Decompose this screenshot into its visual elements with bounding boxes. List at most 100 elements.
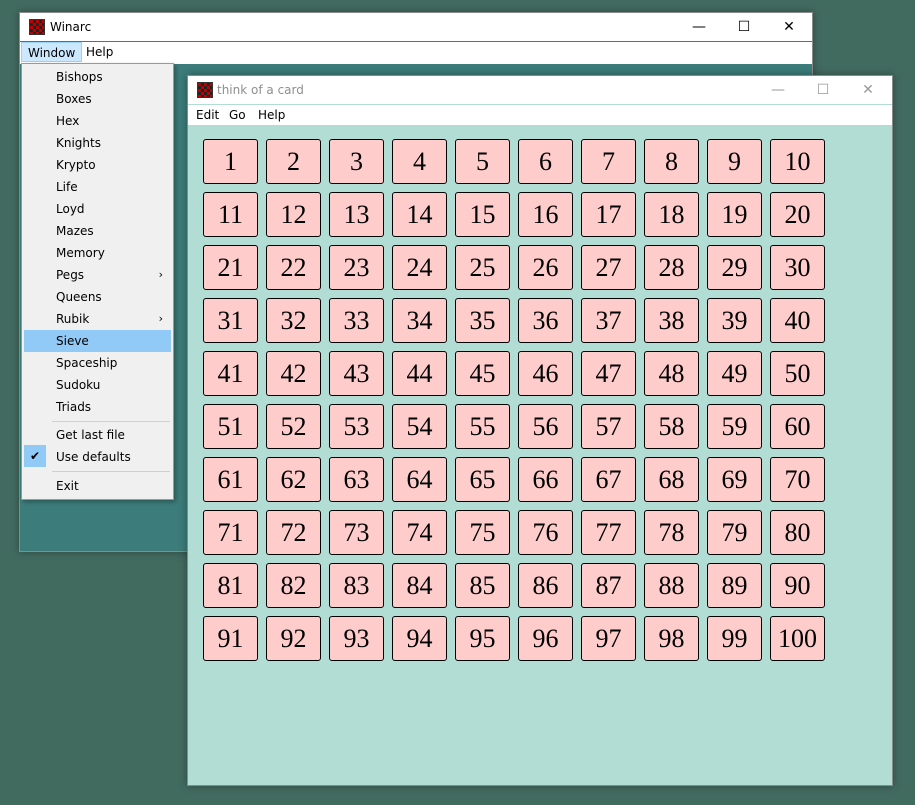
number-card[interactable]: 15 — [455, 192, 510, 237]
number-card[interactable]: 35 — [455, 298, 510, 343]
number-card[interactable]: 94 — [392, 616, 447, 661]
number-card[interactable]: 59 — [707, 404, 762, 449]
number-card[interactable]: 21 — [203, 245, 258, 290]
card-minimize-button[interactable]: — — [755, 76, 801, 104]
number-card[interactable]: 56 — [518, 404, 573, 449]
number-card[interactable]: 84 — [392, 563, 447, 608]
number-card[interactable]: 89 — [707, 563, 762, 608]
menu-help-card[interactable]: Help — [252, 105, 291, 125]
number-card[interactable]: 68 — [644, 457, 699, 502]
card-window-titlebar[interactable]: think of a card — ☐ ✕ — [188, 76, 892, 104]
menu-window[interactable]: Window — [21, 42, 83, 62]
number-card[interactable]: 70 — [770, 457, 825, 502]
card-maximize-button[interactable]: ☐ — [800, 76, 846, 104]
number-card[interactable]: 7 — [581, 139, 636, 184]
number-card[interactable]: 2 — [266, 139, 321, 184]
number-card[interactable]: 24 — [392, 245, 447, 290]
number-card[interactable]: 86 — [518, 563, 573, 608]
number-card[interactable]: 38 — [644, 298, 699, 343]
number-card[interactable]: 37 — [581, 298, 636, 343]
winarc-minimize-button[interactable]: — — [676, 13, 722, 41]
number-card[interactable]: 43 — [329, 351, 384, 396]
number-card[interactable]: 100 — [770, 616, 825, 661]
number-card[interactable]: 96 — [518, 616, 573, 661]
number-card[interactable]: 12 — [266, 192, 321, 237]
menu-item-boxes[interactable]: Boxes — [24, 88, 171, 110]
number-card[interactable]: 33 — [329, 298, 384, 343]
number-card[interactable]: 14 — [392, 192, 447, 237]
number-card[interactable]: 44 — [392, 351, 447, 396]
number-card[interactable]: 73 — [329, 510, 384, 555]
number-card[interactable]: 42 — [266, 351, 321, 396]
menu-item-exit[interactable]: Exit — [24, 475, 171, 497]
number-card[interactable]: 29 — [707, 245, 762, 290]
number-card[interactable]: 4 — [392, 139, 447, 184]
number-card[interactable]: 55 — [455, 404, 510, 449]
number-card[interactable]: 88 — [644, 563, 699, 608]
number-card[interactable]: 50 — [770, 351, 825, 396]
menu-item-hex[interactable]: Hex — [24, 110, 171, 132]
card-close-button[interactable]: ✕ — [845, 76, 891, 104]
number-card[interactable]: 66 — [518, 457, 573, 502]
number-card[interactable]: 81 — [203, 563, 258, 608]
number-card[interactable]: 58 — [644, 404, 699, 449]
menu-item-queens[interactable]: Queens — [24, 286, 171, 308]
number-card[interactable]: 64 — [392, 457, 447, 502]
number-card[interactable]: 62 — [266, 457, 321, 502]
number-card[interactable]: 31 — [203, 298, 258, 343]
menu-item-memory[interactable]: Memory — [24, 242, 171, 264]
menu-item-spaceship[interactable]: Spaceship — [24, 352, 171, 374]
menu-go[interactable]: Go — [223, 105, 252, 125]
number-card[interactable]: 65 — [455, 457, 510, 502]
menu-item-knights[interactable]: Knights — [24, 132, 171, 154]
number-card[interactable]: 23 — [329, 245, 384, 290]
menu-item-krypto[interactable]: Krypto — [24, 154, 171, 176]
number-card[interactable]: 26 — [518, 245, 573, 290]
number-card[interactable]: 63 — [329, 457, 384, 502]
number-card[interactable]: 93 — [329, 616, 384, 661]
number-card[interactable]: 80 — [770, 510, 825, 555]
number-card[interactable]: 92 — [266, 616, 321, 661]
menu-item-loyd[interactable]: Loyd — [24, 198, 171, 220]
number-card[interactable]: 75 — [455, 510, 510, 555]
number-card[interactable]: 76 — [518, 510, 573, 555]
number-card[interactable]: 85 — [455, 563, 510, 608]
number-card[interactable]: 16 — [518, 192, 573, 237]
number-card[interactable]: 57 — [581, 404, 636, 449]
number-card[interactable]: 30 — [770, 245, 825, 290]
number-card[interactable]: 1 — [203, 139, 258, 184]
menu-item-mazes[interactable]: Mazes — [24, 220, 171, 242]
number-card[interactable]: 69 — [707, 457, 762, 502]
number-card[interactable]: 61 — [203, 457, 258, 502]
number-card[interactable]: 9 — [707, 139, 762, 184]
winarc-titlebar[interactable]: Winarc — ☐ ✕ — [20, 13, 812, 41]
menu-item-use-defaults[interactable]: Use defaults — [24, 446, 171, 468]
number-card[interactable]: 72 — [266, 510, 321, 555]
number-card[interactable]: 39 — [707, 298, 762, 343]
number-card[interactable]: 41 — [203, 351, 258, 396]
number-card[interactable]: 97 — [581, 616, 636, 661]
number-card[interactable]: 78 — [644, 510, 699, 555]
number-card[interactable]: 99 — [707, 616, 762, 661]
number-card[interactable]: 25 — [455, 245, 510, 290]
number-card[interactable]: 95 — [455, 616, 510, 661]
number-card[interactable]: 71 — [203, 510, 258, 555]
menu-item-life[interactable]: Life — [24, 176, 171, 198]
number-card[interactable]: 36 — [518, 298, 573, 343]
number-card[interactable]: 19 — [707, 192, 762, 237]
number-card[interactable]: 3 — [329, 139, 384, 184]
menu-item-bishops[interactable]: Bishops — [24, 66, 171, 88]
number-card[interactable]: 20 — [770, 192, 825, 237]
number-card[interactable]: 5 — [455, 139, 510, 184]
menu-item-sudoku[interactable]: Sudoku — [24, 374, 171, 396]
number-card[interactable]: 53 — [329, 404, 384, 449]
number-card[interactable]: 45 — [455, 351, 510, 396]
menu-help[interactable]: Help — [80, 42, 119, 62]
number-card[interactable]: 17 — [581, 192, 636, 237]
number-card[interactable]: 79 — [707, 510, 762, 555]
number-card[interactable]: 49 — [707, 351, 762, 396]
number-card[interactable]: 18 — [644, 192, 699, 237]
number-card[interactable]: 11 — [203, 192, 258, 237]
number-card[interactable]: 77 — [581, 510, 636, 555]
number-card[interactable]: 48 — [644, 351, 699, 396]
